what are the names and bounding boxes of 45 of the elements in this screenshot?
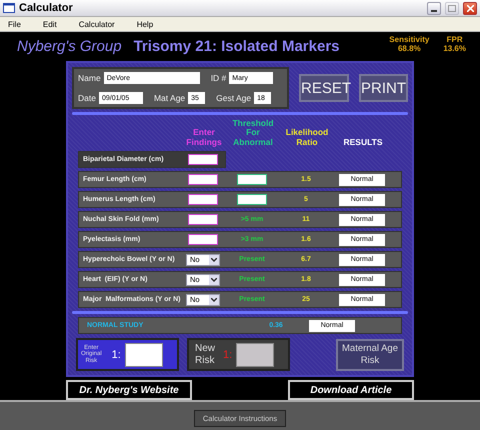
calculator-title: Trisomy 21: Isolated Markers [134,38,341,55]
field-label: Mat Age [154,93,186,103]
risk-prefix: 1: [112,348,121,360]
maximize-icon [448,4,456,12]
link-button[interactable]: Dr. Nyberg's Website [66,380,192,400]
stat-value: 68.8% [398,44,421,53]
chevron-down-icon [211,298,217,302]
action-button[interactable]: PRINT [359,74,408,102]
field-label: Date [78,93,96,103]
close-icon [466,4,474,12]
close-button[interactable] [463,2,477,14]
field-label: Gest Age [216,93,252,103]
chevron-down-icon [211,258,217,262]
finding-field[interactable] [188,194,218,205]
window-app-icon [3,3,15,13]
chevron-down-icon [211,278,217,282]
column-header: Likelihood Ratio [286,128,328,148]
field-label: ID # [210,73,226,83]
threshold-field[interactable] [237,174,267,185]
menu-item[interactable]: Edit [42,20,57,28]
column-header: Enter Findings [186,128,222,148]
action-button[interactable]: RESET [299,74,349,102]
window-title: Calculator [19,2,74,14]
stat-label: Sensitivity [389,35,430,44]
menu-item[interactable]: Calculator [78,20,115,28]
risk-prefix: 1: [223,348,232,360]
menu-item[interactable]: Help [136,20,154,28]
group-name: Nyberg's Group [17,38,122,55]
finding-field[interactable] [188,174,218,185]
minimize-button[interactable] [427,2,441,14]
finding-field[interactable] [188,214,218,225]
original-risk-field[interactable] [124,342,163,366]
threshold-field[interactable] [237,194,267,205]
field-label: Name [78,73,101,83]
stat-value: 13.6% [443,44,466,53]
column-header: RESULTS [343,138,383,148]
finding-field[interactable] [188,154,218,165]
link-button[interactable]: Download Article [288,380,414,400]
maternal-age-risk-button[interactable]: Maternal Age Risk [336,338,404,370]
new-risk-field [236,342,274,366]
stat-label: FPR [446,35,463,44]
menu-item[interactable]: File [8,20,21,28]
new-risk-label: New Risk [195,343,216,366]
finding-field[interactable] [188,234,218,245]
column-header: Threshold For Abnormal [232,118,274,148]
